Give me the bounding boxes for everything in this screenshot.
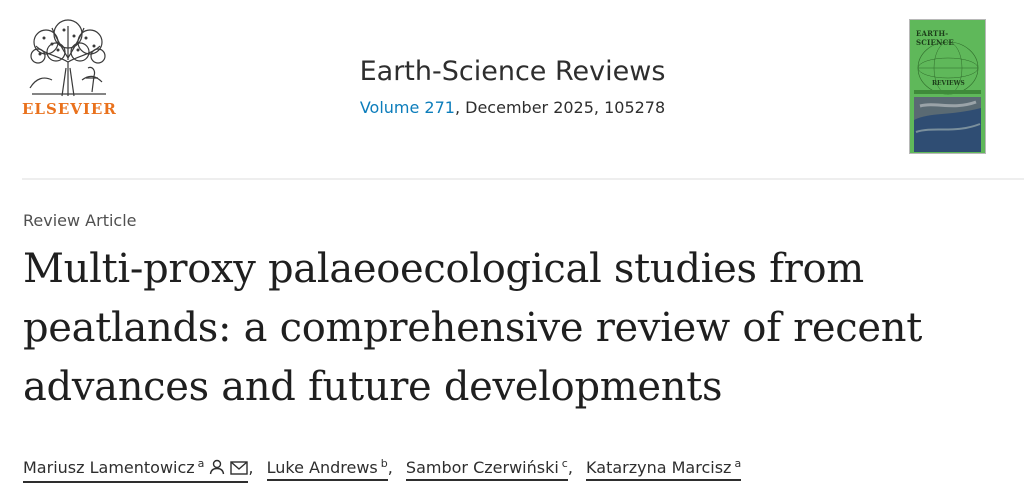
affiliation-marker: a [734,457,742,470]
elsevier-wordmark: ELSEVIER [22,100,117,118]
author-name: Sambor Czerwiński [405,458,559,477]
cover-subtitle: REVIEWS [932,80,965,87]
elsevier-tree-logo-icon [29,19,106,97]
author-link[interactable]: Mariusz Lamentowicz a [23,457,249,483]
journal-cover-image[interactable]: EARTH-SCIENCE REVIEWS [909,19,986,154]
author-link[interactable]: Sambor Czerwiński c [405,457,568,481]
cover-journal-name: EARTH-SCIENCE [916,29,954,47]
author-list: Mariusz Lamentowicz a, Luke Andrews b, Sam… [23,457,742,483]
author-name: Katarzyna Marcisz [586,458,732,477]
author-separator: , [248,458,254,477]
author-link[interactable]: Luke Andrews b [266,457,388,481]
article-title: Multi-proxy palaeoecological studies fro… [23,246,923,410]
journal-title-link[interactable]: Earth-Science Reviews [360,56,666,87]
issue-line: Volume 271, December 2025, 105278 [250,98,775,117]
volume-link[interactable]: Volume 271 [360,98,455,117]
affiliation-marker: c [561,457,568,470]
elsevier-logo[interactable]: ELSEVIER [22,18,117,118]
article-type-label: Review Article [23,211,137,230]
author-name: Mariusz Lamentowicz [23,458,195,477]
journal-header: Earth-Science Reviews Volume 271, Decemb… [250,56,775,117]
affiliation-marker: a [197,457,205,470]
person-icon [209,459,225,479]
author-separator: , [567,458,573,477]
affiliation-marker: b [380,457,388,470]
header-divider [22,178,1024,180]
author-link[interactable]: Katarzyna Marcisz a [586,457,742,481]
issue-details: , December 2025, 105278 [454,98,666,117]
author-name: Luke Andrews [266,458,378,477]
author-separator: , [387,458,393,477]
envelope-icon [230,460,249,479]
